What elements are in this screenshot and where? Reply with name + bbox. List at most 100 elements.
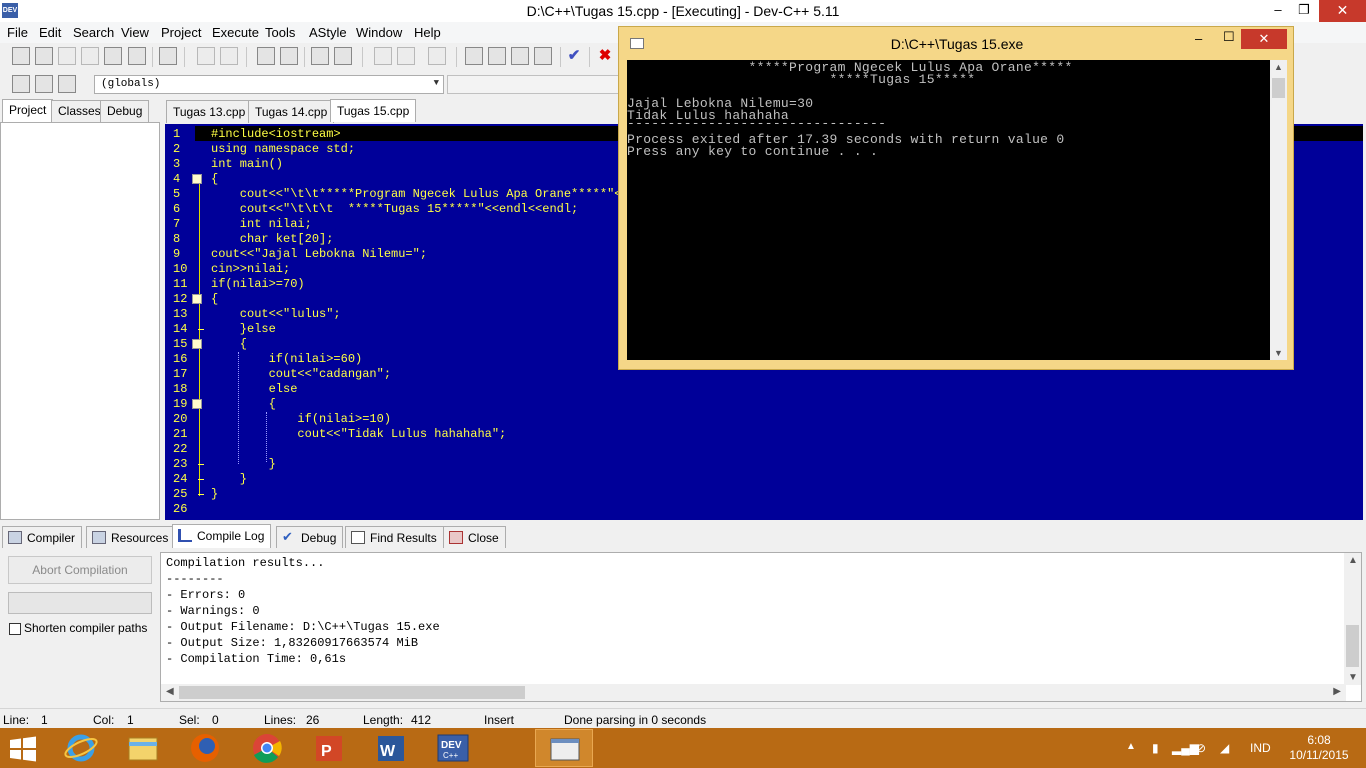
shorten-paths-checkbox[interactable] bbox=[9, 623, 21, 635]
console-scroll-thumb[interactable] bbox=[1272, 78, 1285, 98]
compile-log-output[interactable]: Compilation results... -------- - Errors… bbox=[160, 552, 1362, 702]
scroll-up-icon[interactable]: ▲ bbox=[1274, 62, 1283, 72]
file-tab-tugas14[interactable]: Tugas 14.cpp bbox=[248, 100, 335, 123]
chrome-icon[interactable] bbox=[238, 729, 296, 767]
console-close-button[interactable]: ✕ bbox=[1241, 29, 1287, 49]
scope-select[interactable]: (globals) ▼ bbox=[94, 75, 444, 94]
tab-project[interactable]: Project bbox=[2, 99, 54, 123]
internet-explorer-icon[interactable] bbox=[52, 729, 110, 767]
close-all-icon[interactable] bbox=[128, 47, 146, 65]
menu-astyle[interactable]: AStyle bbox=[309, 25, 347, 40]
menu-view[interactable]: View bbox=[121, 25, 149, 40]
find-icon[interactable] bbox=[257, 47, 275, 65]
tab-close[interactable]: Close bbox=[443, 526, 506, 548]
powerpoint-icon[interactable]: P bbox=[300, 729, 358, 767]
close-button[interactable]: ✕ bbox=[1319, 0, 1366, 22]
scope-select-value: (globals) bbox=[101, 78, 161, 90]
scroll-down-icon[interactable]: ▼ bbox=[1348, 672, 1358, 683]
unindent-icon[interactable] bbox=[397, 47, 415, 65]
stop-execution-icon[interactable]: ✖ bbox=[596, 47, 614, 65]
toolbar-separator bbox=[246, 47, 247, 67]
tab-find-results[interactable]: Find Results bbox=[345, 526, 444, 548]
menu-file[interactable]: File bbox=[7, 25, 28, 40]
rebuild-all-icon[interactable] bbox=[534, 47, 552, 65]
scroll-up-icon[interactable]: ▲ bbox=[1348, 555, 1358, 566]
word-icon[interactable]: W bbox=[362, 729, 420, 767]
language-indicator[interactable]: IND bbox=[1250, 741, 1271, 755]
menu-execute[interactable]: Execute bbox=[212, 25, 259, 40]
file-explorer-icon[interactable] bbox=[114, 729, 172, 767]
save-icon[interactable] bbox=[58, 47, 76, 65]
undo-icon[interactable] bbox=[197, 47, 215, 65]
project-panel[interactable] bbox=[0, 122, 160, 520]
toggle-comment-icon[interactable] bbox=[428, 47, 446, 65]
compile-run-icon[interactable] bbox=[511, 47, 529, 65]
tab-compiler[interactable]: Compiler bbox=[2, 526, 83, 548]
function-select[interactable] bbox=[447, 75, 619, 94]
replace-icon[interactable] bbox=[280, 47, 298, 65]
tab-debug[interactable]: Debug bbox=[100, 100, 150, 122]
run-icon[interactable] bbox=[488, 47, 506, 65]
menu-search[interactable]: Search bbox=[73, 25, 114, 40]
console-window[interactable]: D:\C++\Tugas 15.exe – ☐ ✕ *****Program N… bbox=[618, 26, 1294, 370]
fold-toggle-icon[interactable] bbox=[192, 294, 202, 304]
file-tab-tugas15[interactable]: Tugas 15.cpp bbox=[330, 99, 417, 122]
file-tab-tugas13[interactable]: Tugas 13.cpp bbox=[166, 100, 253, 123]
code-line: int main() bbox=[211, 157, 284, 171]
console-maximize-button[interactable]: ☐ bbox=[1223, 29, 1235, 45]
jump-icon[interactable] bbox=[334, 47, 352, 65]
menu-window[interactable]: Window bbox=[356, 25, 402, 40]
log-vertical-scrollbar[interactable]: ▲ ▼ bbox=[1344, 553, 1361, 685]
console-minimize-button[interactable]: – bbox=[1195, 31, 1202, 46]
menu-tools[interactable]: Tools bbox=[265, 25, 295, 40]
dev-cpp-taskbar-icon[interactable]: DEV C++ bbox=[424, 729, 482, 767]
volume-icon[interactable]: ◢ bbox=[1220, 741, 1229, 755]
compile-icon[interactable] bbox=[465, 47, 483, 65]
menu-help[interactable]: Help bbox=[414, 25, 441, 40]
tab-resources[interactable]: Resources bbox=[86, 526, 176, 548]
syntax-check-icon[interactable]: ✔ bbox=[565, 47, 583, 65]
console-taskbar-icon[interactable] bbox=[535, 729, 593, 767]
network-off-icon[interactable]: ⊘ bbox=[1196, 741, 1206, 755]
console-output[interactable]: *****Program Ngecek Lulus Apa Orane*****… bbox=[627, 60, 1287, 360]
scroll-right-icon[interactable]: ▶ bbox=[1333, 686, 1341, 697]
restore-button[interactable]: ❐ bbox=[1290, 0, 1318, 22]
fold-toggle-icon[interactable] bbox=[192, 339, 202, 349]
fold-toggle-icon[interactable] bbox=[192, 399, 202, 409]
minimize-button[interactable]: – bbox=[1264, 0, 1292, 22]
redo-icon[interactable] bbox=[220, 47, 238, 65]
tab-compile-log-label: Compile Log bbox=[197, 529, 265, 543]
show-hidden-icons-icon[interactable]: ▲ bbox=[1126, 741, 1136, 752]
tab-debug-bottom[interactable]: ✔ Debug bbox=[276, 526, 344, 548]
open-file-icon[interactable] bbox=[35, 47, 53, 65]
close-file-icon[interactable] bbox=[104, 47, 122, 65]
scroll-left-icon[interactable]: ◀ bbox=[166, 686, 174, 697]
tab-compile-log[interactable]: Compile Log bbox=[172, 524, 272, 548]
line-number: 1 bbox=[173, 127, 181, 141]
log-hscroll-thumb[interactable] bbox=[179, 686, 525, 699]
print-icon[interactable] bbox=[159, 47, 177, 65]
firefox-icon[interactable] bbox=[176, 729, 234, 767]
fold-toggle-icon[interactable] bbox=[192, 174, 202, 184]
console-scrollbar[interactable]: ▲ ▼ bbox=[1270, 60, 1287, 360]
signal-icon[interactable]: ▂▄▆ bbox=[1172, 741, 1199, 755]
new-project-icon[interactable] bbox=[12, 75, 30, 93]
new-file-icon[interactable] bbox=[12, 47, 30, 65]
battery-icon[interactable]: ▮ bbox=[1152, 741, 1159, 755]
add-to-project-icon[interactable] bbox=[35, 75, 53, 93]
scroll-down-icon[interactable]: ▼ bbox=[1274, 348, 1283, 358]
taskbar-clock[interactable]: 6:08 10/11/2015 bbox=[1286, 733, 1352, 763]
abort-compilation-button[interactable]: Abort Compilation bbox=[8, 556, 152, 584]
windows-start-icon[interactable] bbox=[8, 736, 38, 762]
console-line: *****Tugas 15***** bbox=[627, 72, 976, 87]
menu-edit[interactable]: Edit bbox=[39, 25, 61, 40]
code-line: int nilai; bbox=[211, 217, 312, 231]
indent-icon[interactable] bbox=[374, 47, 392, 65]
log-horizontal-scrollbar[interactable]: ◀ ▶ bbox=[161, 684, 1346, 701]
find-icon bbox=[351, 531, 365, 544]
project-options-icon[interactable] bbox=[58, 75, 76, 93]
menu-project[interactable]: Project bbox=[161, 25, 201, 40]
save-all-icon[interactable] bbox=[81, 47, 99, 65]
log-vscroll-thumb[interactable] bbox=[1346, 625, 1359, 667]
goto-icon[interactable] bbox=[311, 47, 329, 65]
